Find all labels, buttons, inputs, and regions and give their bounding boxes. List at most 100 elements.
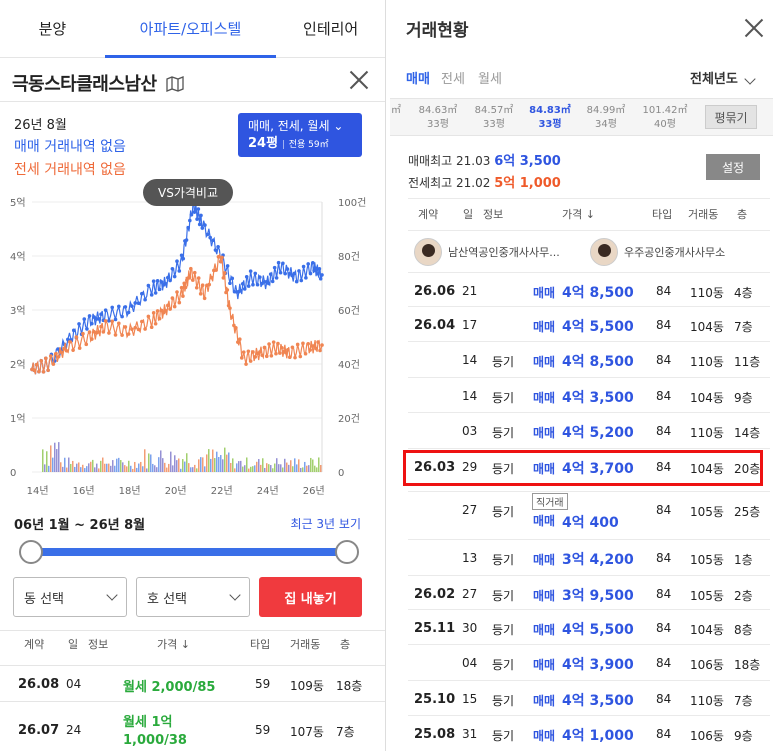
data-point <box>211 238 215 243</box>
table-row[interactable]: 25.11 30 등기 매매 4억 5,500 84 104동 8층 <box>408 610 770 645</box>
col-price[interactable]: 가격 ↓ <box>157 636 190 652</box>
area-option-selected[interactable]: 84.83㎡ 33평 <box>522 104 578 132</box>
table-row[interactable]: 25.08 31 등기 매매 4억 1,000 84 106동 9층 <box>408 716 770 751</box>
volume-bar <box>234 468 236 472</box>
type-selector[interactable]: 매매, 전세, 월세 ⌄ 24평 | 전용 59㎡ <box>238 113 362 157</box>
settings-button[interactable]: 설정 <box>706 154 760 180</box>
volume-bar <box>120 460 122 472</box>
tab-sale[interactable]: 매매 <box>406 68 430 87</box>
y-tick-label: 5억 <box>10 197 26 209</box>
table-row[interactable]: 14 등기 매매 4억 3,500 84 104동 9층 <box>408 378 770 413</box>
y2-tick-label: 40건 <box>338 359 360 371</box>
table-row[interactable]: 03 등기 매매 4억 5,200 84 110동 14층 <box>408 413 770 448</box>
volume-bar <box>274 463 276 472</box>
volume-bar <box>114 465 116 472</box>
dong-select[interactable]: 동 선택 <box>13 577 127 617</box>
data-point <box>181 294 185 298</box>
volume-bar <box>262 458 264 472</box>
y-tick-label: 4억 <box>10 251 26 263</box>
volume-bar <box>130 465 132 472</box>
tab-interior[interactable]: 인테리어 <box>276 0 385 57</box>
row-month: 25.11 <box>414 621 456 636</box>
map-icon[interactable] <box>166 76 184 92</box>
area-option[interactable]: 84.99㎡ 34평 <box>578 104 634 132</box>
row-day: 14 <box>462 389 478 403</box>
highlight-box <box>403 450 763 486</box>
area-py: 33평 <box>427 119 449 130</box>
volume-bar <box>244 465 246 472</box>
row-price: 4억 3,500 <box>562 390 634 406</box>
area-option[interactable]: 84.57㎡ 33평 <box>466 104 522 132</box>
data-point <box>186 225 190 230</box>
ho-select[interactable]: 호 선택 <box>136 577 250 617</box>
volume-bar <box>84 468 86 472</box>
list-house-button[interactable]: 집 내놓기 <box>259 577 362 617</box>
data-point <box>220 255 224 260</box>
data-point <box>87 314 92 318</box>
row-price: 4억 8,500 <box>562 285 634 301</box>
table-row[interactable]: 26.04 17 매매 4억 5,500 84 104동 7층 <box>408 307 770 342</box>
slider-start-handle[interactable] <box>19 540 43 564</box>
vs-compare-button[interactable]: VS가격비교 <box>143 179 233 206</box>
year-select[interactable]: 전체년도 <box>690 68 757 87</box>
volume-bar <box>246 457 248 472</box>
data-point <box>228 306 232 310</box>
data-point <box>295 342 300 347</box>
area-option[interactable]: 101.42㎡ 40평 <box>636 104 694 132</box>
table-row[interactable]: 26.06 21 매매 4억 8,500 84 110동 4층 <box>408 273 770 308</box>
row-floor: 8층 <box>734 623 753 637</box>
recent-3-years-button[interactable]: 최근 3년 보기 <box>291 515 361 532</box>
volume-bar <box>54 442 56 472</box>
volume-bar <box>80 467 82 472</box>
data-point <box>274 276 279 280</box>
row-dong: 105동 <box>690 553 724 567</box>
data-point <box>274 351 278 356</box>
date-range-slider[interactable] <box>30 548 346 556</box>
volume-bar <box>46 451 48 472</box>
tab-monthly[interactable]: 월세 <box>478 68 502 87</box>
agent-name: 남산역공인중개사사무... <box>448 246 560 259</box>
volume-bar <box>270 465 272 472</box>
area-bar: ㎡ 84.63㎡ 33평 84.57㎡ 33평 84.83㎡ 33평 84.99㎡ 34… <box>390 98 773 136</box>
area-option[interactable]: 84.63㎡ 33평 <box>410 104 466 132</box>
data-point <box>140 291 144 296</box>
close-icon[interactable] <box>742 16 766 40</box>
tab-jeonse[interactable]: 전세 <box>441 68 465 87</box>
table-row[interactable]: 27 등기 매매 4억 400 84 105동 25층 <box>408 492 770 531</box>
row-kind: 매매 <box>533 320 556 334</box>
data-point <box>54 351 58 356</box>
data-point <box>200 283 205 287</box>
table-row[interactable]: 26.02 27 등기 매매 3억 9,500 84 105동 2층 <box>408 576 770 611</box>
col-price[interactable]: 가격 ↓ <box>562 206 595 222</box>
table-row[interactable]: 13 등기 매매 3억 4,200 84 105동 1층 <box>408 540 770 575</box>
table-row[interactable]: 14 등기 매매 4억 8,500 84 110동 11층 <box>408 342 770 377</box>
area-m2: 84.57㎡ <box>474 105 514 116</box>
volume-bar <box>238 461 240 472</box>
data-point <box>120 314 124 319</box>
volume-bar <box>182 459 184 472</box>
table-row[interactable]: 25.10 15 등기 매매 4억 3,500 84 110동 7층 <box>408 681 770 716</box>
data-point <box>103 308 108 312</box>
data-point <box>51 362 56 366</box>
row-day: 27 <box>462 503 478 517</box>
row-price: 월세 2,000/85 <box>123 680 216 695</box>
volume-bar <box>68 457 70 472</box>
row-dong: 110동 <box>690 694 724 708</box>
tab-apartment[interactable]: 아파트/오피스텔 <box>104 0 277 58</box>
table-row[interactable]: 04 등기 매매 4억 3,900 84 106동 18층 <box>408 645 770 680</box>
agent-item[interactable]: 남산역공인중개사사무... <box>414 236 560 268</box>
tab-presale[interactable]: 분양 <box>0 0 105 57</box>
row-month: 26.02 <box>414 587 456 602</box>
ho-select-label: 호 선택 <box>147 591 188 607</box>
close-icon[interactable] <box>347 68 371 92</box>
row-type: 84 <box>656 656 672 670</box>
agent-item[interactable]: 우주공인중개사사무소 <box>590 236 725 268</box>
y2-tick-label: 0 <box>338 468 344 479</box>
slider-end-handle[interactable] <box>335 540 359 564</box>
data-point <box>290 345 295 350</box>
data-point <box>110 319 115 324</box>
volume-bar <box>252 466 254 472</box>
pyeong-group-button[interactable]: 평묶기 <box>705 105 757 129</box>
row-month: 26.08 <box>18 677 60 692</box>
data-point <box>143 297 147 302</box>
